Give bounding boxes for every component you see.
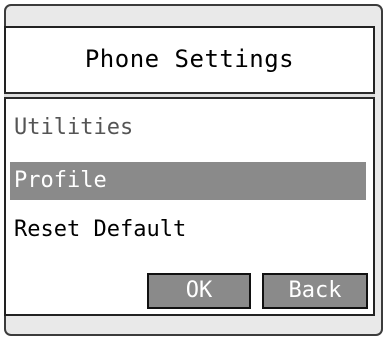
back-button[interactable]: Back: [262, 273, 368, 309]
page-title: Phone Settings: [84, 45, 295, 73]
menu-item-reset-default[interactable]: Reset Default: [10, 211, 366, 249]
ok-button[interactable]: OK: [147, 273, 251, 309]
menu-item-profile[interactable]: Profile: [10, 162, 366, 200]
dialog-header: Phone Settings: [4, 26, 375, 92]
menu-item-utilities[interactable]: Utilities: [10, 109, 366, 147]
header-divider: [4, 92, 375, 99]
